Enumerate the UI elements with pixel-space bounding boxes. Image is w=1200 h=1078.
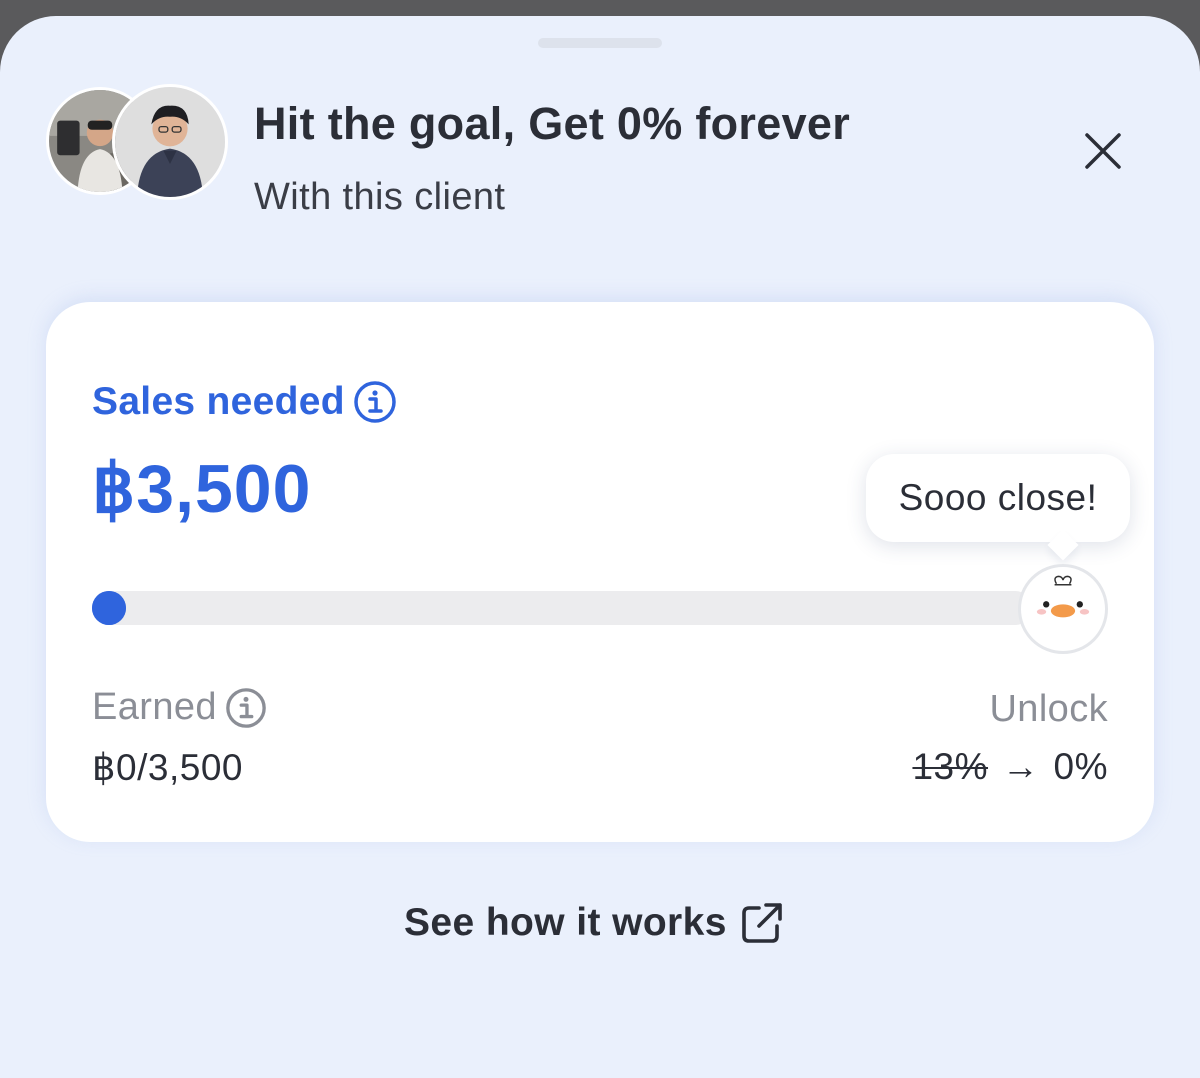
new-fee-rate: 0% [1053, 746, 1108, 787]
earned-label: Earned [92, 686, 267, 729]
sales-needed-amount: ฿3,500 [92, 451, 312, 527]
avatar-photo-2 [115, 87, 225, 197]
arrow-right-icon: → [1002, 746, 1040, 787]
duck-mascot-icon [1018, 564, 1108, 654]
external-link-icon [742, 903, 782, 943]
old-fee-rate: 13% [912, 746, 989, 787]
sheet-grabber-handle[interactable] [538, 38, 662, 48]
unlock-label: Unlock [989, 688, 1108, 730]
close-icon [1085, 133, 1121, 169]
sales-needed-text: Sales needed [92, 380, 345, 423]
avatar [112, 84, 228, 200]
earned-text: Earned [92, 686, 217, 728]
page-subtitle: With this client [254, 176, 506, 218]
goal-card: Sales needed ฿3,500 Sooo close! Earned ฿… [46, 302, 1154, 842]
see-how-it-works-link[interactable]: See how it works [404, 900, 785, 946]
info-icon[interactable] [225, 687, 267, 729]
page-title: Hit the goal, Get 0% forever [254, 98, 851, 149]
encouragement-bubble: Sooo close! [866, 454, 1130, 542]
earned-value: ฿0/3,500 [92, 747, 243, 788]
close-button[interactable] [1078, 126, 1128, 176]
see-how-it-works-label: See how it works [404, 901, 727, 944]
encouragement-text: Sooo close! [898, 477, 1098, 518]
info-icon[interactable] [353, 380, 397, 424]
sales-needed-label: Sales needed [92, 380, 397, 424]
bottom-sheet: Hit the goal, Get 0% forever With this c… [0, 16, 1200, 1078]
unlock-rate: 13% → 0% [912, 746, 1108, 788]
progress-knob [92, 591, 126, 625]
progress-track [92, 591, 1032, 625]
avatar-group [46, 84, 236, 200]
